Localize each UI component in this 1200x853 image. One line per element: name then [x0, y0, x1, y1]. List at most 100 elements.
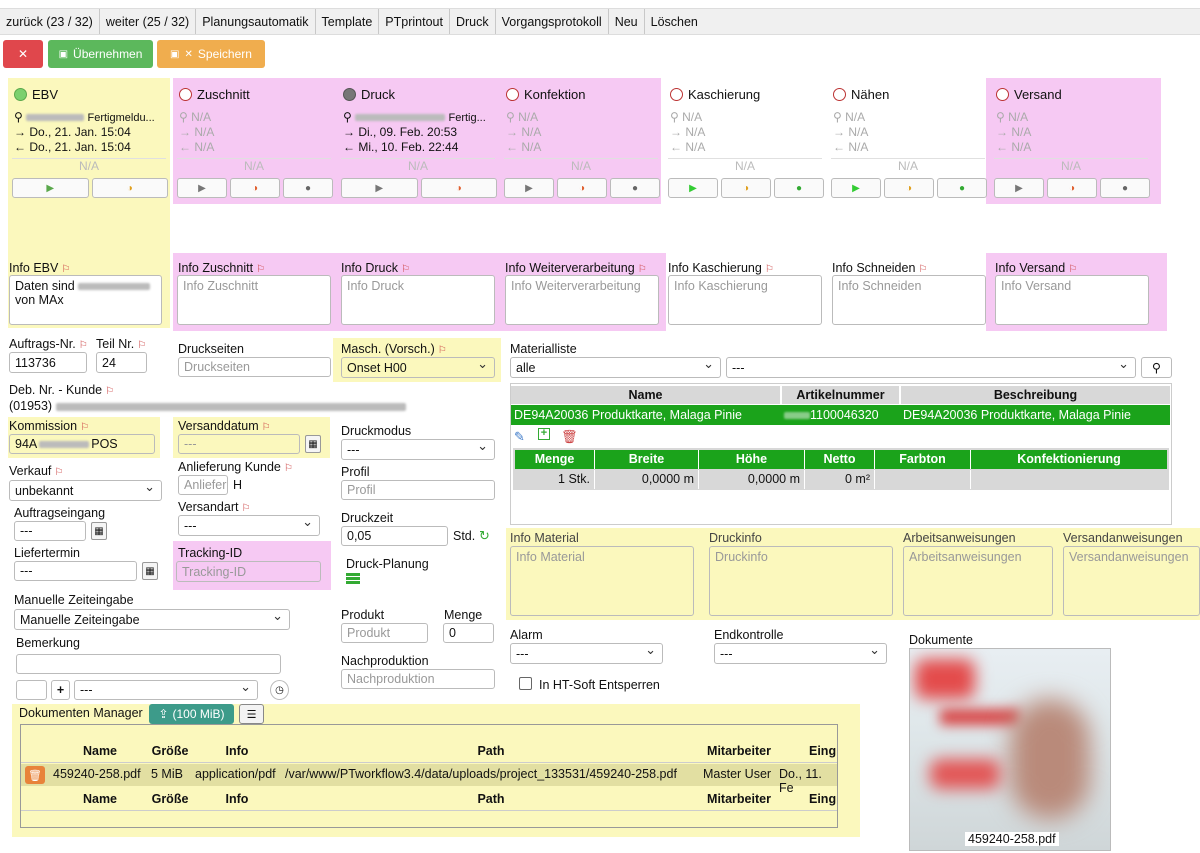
teil-field[interactable]: 24 — [96, 352, 147, 373]
finish-button[interactable]: ● — [774, 178, 824, 198]
menu-back[interactable]: zurück (23 / 32) — [0, 9, 100, 34]
play-button[interactable]: ▶ — [504, 178, 554, 198]
druckzeit-field[interactable]: 0,05 — [341, 526, 448, 546]
flag-icon[interactable]: ⚐ — [105, 386, 114, 397]
info-zuschnitt-field[interactable]: Info Zuschnitt — [177, 275, 331, 325]
menu-protocol[interactable]: Vorgangsprotokoll — [496, 9, 609, 34]
info-material-field[interactable]: Info Material — [510, 546, 694, 616]
versandanw-field[interactable]: Versandanweisungen — [1063, 546, 1200, 616]
tracking-field[interactable]: Tracking-ID — [176, 561, 321, 582]
druckmodus-select[interactable]: --- — [341, 439, 495, 460]
profil-field[interactable]: Profil — [341, 480, 495, 500]
auftragseingang-field[interactable]: --- — [14, 521, 86, 541]
finish-button[interactable]: ● — [937, 178, 987, 198]
versandart-select[interactable]: --- — [178, 515, 320, 536]
flag-icon[interactable]: ⚐ — [61, 264, 70, 275]
calendar-icon[interactable]: ▦ — [305, 435, 321, 453]
pause-button[interactable]: ◑ — [721, 178, 771, 198]
pause-button[interactable]: ◑ — [1047, 178, 1097, 198]
flag-icon[interactable]: ⚐ — [54, 467, 63, 478]
druckinfo-field[interactable]: Druckinfo — [709, 546, 893, 616]
play-button[interactable]: ▶ — [994, 178, 1044, 198]
flag-icon[interactable]: ⚐ — [765, 264, 774, 275]
flag-icon[interactable]: ⚐ — [80, 422, 89, 433]
calendar-icon[interactable]: ▦ — [91, 522, 107, 540]
material-filter-select[interactable]: alle — [510, 357, 721, 378]
status-circle-icon[interactable] — [833, 88, 846, 101]
flag-icon[interactable]: ⚐ — [284, 463, 293, 474]
nachprod-field[interactable]: Nachproduktion — [341, 669, 495, 689]
flag-icon[interactable]: ⚐ — [256, 264, 265, 275]
finish-button[interactable]: ● — [1100, 178, 1150, 198]
zeit-select[interactable]: Manuelle Zeiteingabe — [14, 609, 290, 630]
status-circle-icon[interactable] — [506, 88, 519, 101]
upload-button[interactable]: ⇪ (100 MiB) — [149, 704, 234, 724]
info-druck-field[interactable]: Info Druck — [341, 275, 495, 325]
search-icon[interactable]: ⚲ — [1141, 357, 1172, 378]
auftrag-field[interactable]: 113736 — [9, 352, 87, 373]
flag-icon[interactable]: ⚐ — [79, 340, 88, 351]
finish-button[interactable]: ● — [283, 178, 333, 198]
calendar-icon[interactable]: ▦ — [142, 562, 158, 580]
list-view-icon[interactable]: ☰ — [239, 704, 264, 724]
pause-button[interactable]: ◑ — [420, 178, 497, 198]
clock-icon[interactable]: ◷ — [270, 680, 289, 700]
flag-icon[interactable]: ⚐ — [241, 503, 250, 514]
kommission-field[interactable]: 94A POS — [9, 434, 155, 454]
flag-icon[interactable]: ⚐ — [1068, 264, 1077, 275]
pause-button[interactable]: ◑ — [884, 178, 934, 198]
info-kasch-field[interactable]: Info Kaschierung — [668, 275, 822, 325]
add-icon[interactable]: + — [538, 428, 550, 440]
arbeit-field[interactable]: Arbeitsanweisungen — [903, 546, 1053, 616]
info-schneiden-field[interactable]: Info Schneiden — [832, 275, 986, 325]
trash-icon[interactable]: 🗑 — [25, 766, 45, 784]
bemerkung-select[interactable]: --- — [74, 680, 258, 700]
bemerkung-small-field[interactable] — [16, 680, 47, 700]
menu-new[interactable]: Neu — [609, 9, 645, 34]
pause-button[interactable]: ◑ — [91, 178, 168, 198]
play-button[interactable]: ▶ — [341, 178, 418, 198]
info-weiter-field[interactable]: Info Weiterverarbeitung — [505, 275, 659, 325]
play-button[interactable]: ▶ — [668, 178, 718, 198]
masch-select[interactable]: Onset H00 — [341, 357, 495, 378]
save-button[interactable]: ▣ ✕ Speichern — [157, 40, 265, 68]
druckseiten-field[interactable]: Druckseiten — [178, 357, 331, 377]
flag-icon[interactable]: ⚐ — [438, 345, 447, 356]
verkauf-select[interactable]: unbekannt — [9, 480, 162, 501]
status-circle-icon[interactable] — [179, 88, 192, 101]
doc-row[interactable]: 🗑 459240-258.pdf 5 MiB application/pdf /… — [21, 764, 837, 795]
document-thumbnail[interactable]: 459240-258.pdf — [909, 648, 1111, 851]
pause-button[interactable]: ◑ — [230, 178, 280, 198]
finish-button[interactable]: ● — [610, 178, 660, 198]
menge-field[interactable]: 0 — [443, 623, 494, 643]
status-circle-icon[interactable] — [996, 88, 1009, 101]
play-button[interactable]: ▶ — [12, 178, 89, 198]
edit-icon[interactable]: ✎ — [514, 429, 525, 445]
alarm-select[interactable]: --- — [510, 643, 663, 664]
bemerkung-field[interactable] — [16, 654, 281, 674]
delete-icon[interactable]: 🗑 — [561, 429, 578, 445]
ht-checkbox[interactable] — [519, 677, 532, 690]
menu-template[interactable]: Template — [316, 9, 380, 34]
add-icon[interactable]: + — [51, 680, 70, 700]
info-ebv-field[interactable]: Daten sind von MAx — [9, 275, 162, 325]
planning-icon[interactable] — [346, 573, 360, 585]
play-button[interactable]: ▶ — [831, 178, 881, 198]
flag-icon[interactable]: ⚐ — [401, 264, 410, 275]
material-select[interactable]: --- — [726, 357, 1136, 378]
liefertermin-field[interactable]: --- — [14, 561, 137, 581]
sub-row[interactable]: 1 Stk. 0,0000 m 0,0000 m 0 m² — [515, 470, 1167, 489]
endkontrolle-select[interactable]: --- — [714, 643, 887, 664]
play-button[interactable]: ▶ — [177, 178, 227, 198]
status-circle-icon[interactable] — [670, 88, 683, 101]
menu-delete[interactable]: Löschen — [645, 9, 704, 34]
produkt-field[interactable]: Produkt — [341, 623, 428, 643]
apply-button[interactable]: ▣ Übernehmen — [48, 40, 153, 68]
menu-next[interactable]: weiter (25 / 32) — [100, 9, 197, 34]
anlieferung-field[interactable]: Anliefer — [178, 475, 228, 495]
menu-druck[interactable]: Druck — [450, 9, 496, 34]
menu-ptprintout[interactable]: PTprintout — [379, 9, 450, 34]
flag-icon[interactable]: ⚐ — [918, 264, 927, 275]
status-circle-icon[interactable] — [14, 88, 27, 101]
pause-button[interactable]: ◑ — [557, 178, 607, 198]
